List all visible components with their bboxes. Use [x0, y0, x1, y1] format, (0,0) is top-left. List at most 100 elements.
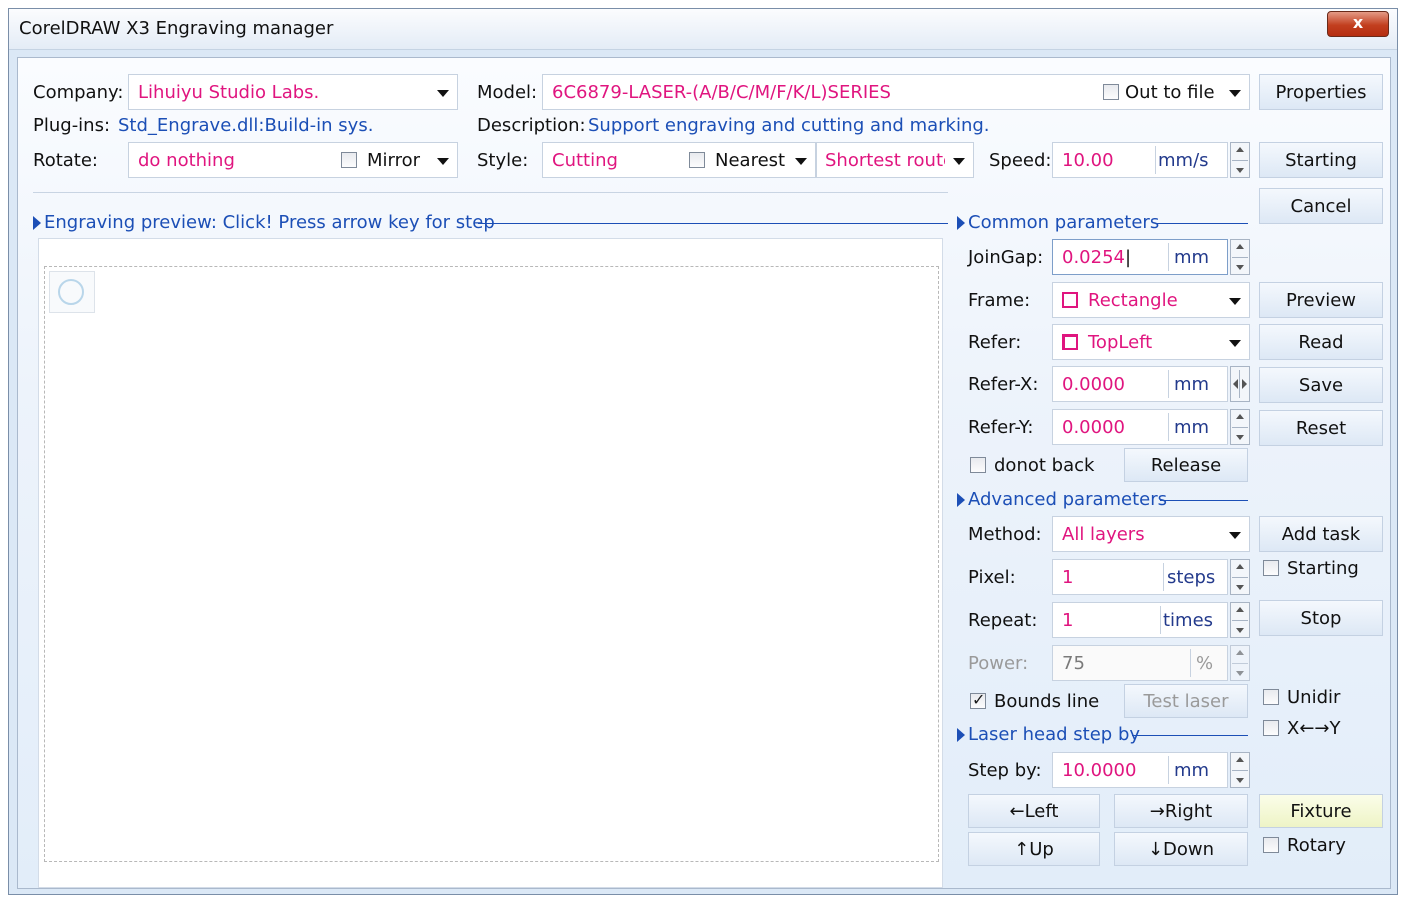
refer-value: TopLeft — [1088, 331, 1153, 353]
triangle-right-icon — [33, 215, 41, 230]
spin-up-icon[interactable] — [1236, 244, 1244, 249]
read-button[interactable]: Read — [1259, 324, 1383, 360]
rotary-checkbox[interactable] — [1263, 837, 1279, 853]
model-select[interactable]: 6C6879-LASER-(A/B/C/M/F/K/L)SERIES Out t… — [542, 74, 1250, 110]
step-header: Laser head step by — [957, 724, 1140, 745]
pixel-spinner[interactable] — [1230, 559, 1250, 595]
referx-spinner-horizontal[interactable] — [1230, 366, 1250, 402]
unidir-label: Unidir — [1287, 687, 1341, 708]
xy-swap-checkbox[interactable] — [1263, 720, 1279, 736]
spin-down-icon[interactable] — [1236, 585, 1244, 590]
bounds-line-checkbox[interactable]: ✓ — [970, 690, 986, 709]
spin-down-icon[interactable] — [1236, 671, 1244, 676]
spin-down-icon[interactable] — [1236, 435, 1244, 440]
preview-button[interactable]: Preview — [1259, 282, 1383, 318]
step-down-button[interactable]: ↓Down — [1114, 832, 1248, 866]
referx-value: 0.0000 — [1062, 373, 1125, 395]
repeat-spinner[interactable] — [1230, 602, 1250, 638]
step-up-button[interactable]: ↑Up — [968, 832, 1100, 866]
spin-up-icon[interactable] — [1236, 147, 1244, 152]
dialog-client-area: Company: Lihuiyu Studio Labs. Model: 6C6… — [17, 57, 1391, 889]
speed-label: Speed: — [989, 150, 1052, 171]
joingap-value: 0.0254 — [1062, 246, 1125, 268]
close-button[interactable]: x — [1327, 11, 1389, 37]
power-spinner[interactable] — [1230, 645, 1250, 681]
frame-select[interactable]: Rectangle — [1052, 282, 1250, 318]
preview-header-text: Engraving preview: Click! Press arrow ke… — [44, 212, 495, 233]
advanced-header: Advanced parameters — [957, 489, 1167, 510]
rotate-value: do nothing — [138, 149, 235, 171]
repeat-unit: times — [1163, 610, 1214, 631]
add-task-button[interactable]: Add task — [1259, 516, 1383, 552]
top-left-corner-icon — [1062, 334, 1078, 350]
starting-button[interactable]: Starting — [1259, 142, 1383, 178]
joingap-spinner[interactable] — [1230, 239, 1250, 275]
spin-left-icon[interactable] — [1233, 379, 1238, 389]
cancel-button[interactable]: Cancel — [1259, 188, 1383, 224]
refery-unit: mm — [1174, 417, 1210, 438]
preview-header: Engraving preview: Click! Press arrow ke… — [33, 212, 495, 233]
rotate-select[interactable]: do nothing Mirror — [128, 142, 458, 178]
refery-value: 0.0000 — [1062, 416, 1125, 438]
reset-button[interactable]: Reset — [1259, 410, 1383, 446]
step-left-button[interactable]: ←Left — [968, 794, 1100, 828]
rotate-label: Rotate: — [33, 150, 98, 171]
spin-down-icon[interactable] — [1236, 168, 1244, 173]
spin-right-icon[interactable] — [1242, 379, 1247, 389]
engraving-manager-window: CorelDRAW X3 Engraving manager x Company… — [8, 8, 1398, 895]
spin-up-icon[interactable] — [1236, 757, 1244, 762]
chevron-down-icon — [953, 158, 965, 165]
spin-down-icon[interactable] — [1236, 628, 1244, 633]
test-laser-button[interactable]: Test laser — [1124, 684, 1248, 718]
pixel-label: Pixel: — [968, 567, 1016, 588]
engraving-preview-canvas[interactable] — [38, 238, 943, 888]
route-select[interactable]: Shortest route — [816, 142, 974, 178]
spin-up-icon[interactable] — [1236, 414, 1244, 419]
nearest-checkbox[interactable] — [689, 152, 705, 168]
unidir-checkbox[interactable] — [1263, 689, 1279, 705]
stepby-spinner[interactable] — [1230, 752, 1250, 788]
starting-checkbox-label: Starting — [1287, 558, 1359, 579]
advanced-header-line — [1160, 500, 1248, 501]
referx-label: Refer-X: — [968, 374, 1039, 395]
properties-button[interactable]: Properties — [1259, 74, 1383, 110]
refery-spinner[interactable] — [1230, 409, 1250, 445]
donot-back-checkbox[interactable] — [970, 457, 986, 473]
pixel-unit: steps — [1167, 567, 1216, 588]
method-value: All layers — [1062, 523, 1145, 545]
refer-select[interactable]: TopLeft — [1052, 324, 1250, 360]
unit-separator — [1168, 413, 1169, 441]
preview-header-line — [478, 223, 948, 224]
refery-label: Refer-Y: — [968, 417, 1034, 438]
fixture-button[interactable]: Fixture — [1259, 794, 1383, 828]
method-select[interactable]: All layers — [1052, 516, 1250, 552]
common-header: Common parameters — [957, 212, 1159, 233]
triangle-right-icon — [957, 215, 965, 230]
spin-up-icon[interactable] — [1236, 650, 1244, 655]
step-right-button[interactable]: →Right — [1114, 794, 1248, 828]
unit-separator — [1160, 606, 1161, 634]
out-to-file-checkbox[interactable] — [1103, 84, 1119, 100]
title-bar[interactable]: CorelDRAW X3 Engraving manager x — [9, 9, 1397, 50]
spin-down-icon[interactable] — [1236, 778, 1244, 783]
save-button[interactable]: Save — [1259, 367, 1383, 403]
plugins-value: Std_Engrave.dll:Build-in sys. — [118, 115, 374, 136]
stop-button[interactable]: Stop — [1259, 600, 1383, 636]
xy-swap-label: X←→Y — [1287, 718, 1341, 739]
chevron-down-icon — [437, 90, 449, 97]
donot-back-label: donot back — [994, 455, 1095, 476]
starting-checkbox[interactable] — [1263, 560, 1279, 576]
mirror-label: Mirror — [367, 150, 421, 171]
spin-up-icon[interactable] — [1236, 607, 1244, 612]
release-button[interactable]: Release — [1124, 448, 1248, 482]
speed-spinner[interactable] — [1230, 142, 1250, 178]
spin-down-icon[interactable] — [1236, 265, 1244, 270]
mirror-checkbox[interactable] — [341, 152, 357, 168]
power-label: Power: — [968, 653, 1029, 674]
chevron-down-icon — [1229, 532, 1241, 539]
spin-up-icon[interactable] — [1236, 564, 1244, 569]
company-select[interactable]: Lihuiyu Studio Labs. — [128, 74, 458, 110]
company-value: Lihuiyu Studio Labs. — [138, 81, 320, 103]
style-select[interactable]: Cutting Nearest — [542, 142, 816, 178]
description-value: Support engraving and cutting and markin… — [588, 115, 990, 136]
